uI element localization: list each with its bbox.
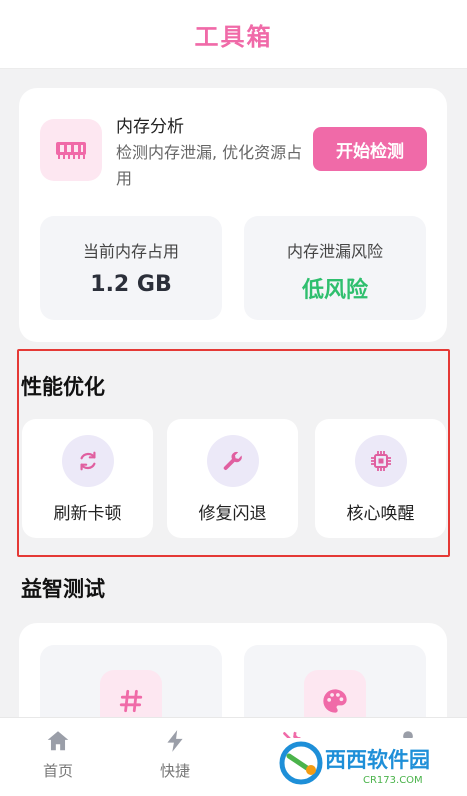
puzzle-section-title: 益智测试 (21, 577, 105, 601)
nav-label: 快捷 (159, 762, 190, 780)
nav-item-home[interactable]: 首页 (18, 728, 98, 781)
memory-chip-icon (40, 119, 102, 181)
current-memory-stat: 当前内存占用 1.2 GB (40, 216, 222, 320)
watermark-subtext: CR173.COM (363, 775, 423, 786)
leak-risk-stat: 内存泄漏风险 低风险 (244, 216, 426, 320)
highlight-box (17, 349, 450, 557)
nav-item-quick[interactable]: 快捷 (135, 728, 215, 781)
stat-label: 当前内存占用 (82, 242, 179, 261)
memory-analysis-card: 内存分析 检测内存泄漏, 优化资源占用 开始检测 当前内存占用 1.2 GB 内… (19, 88, 447, 342)
start-detection-button[interactable]: 开始检测 (313, 127, 427, 171)
stat-label: 内存泄漏风险 (286, 242, 383, 261)
memory-analysis-description: 检测内存泄漏, 优化资源占用 (116, 143, 303, 188)
home-icon (44, 731, 72, 758)
memory-analysis-title: 内存分析 (116, 117, 184, 137)
stat-value: 1.2 GB (90, 272, 172, 297)
page-title: 工具箱 (194, 22, 273, 51)
nav-label: 首页 (42, 762, 73, 780)
watermark-text: 西西软件园 (325, 748, 430, 772)
lightning-icon (162, 730, 188, 758)
app-header: 工具箱 (0, 0, 467, 69)
watermark-logo: 西西软件园 CR173.COM (277, 738, 449, 788)
stat-value: 低风险 (301, 278, 368, 303)
